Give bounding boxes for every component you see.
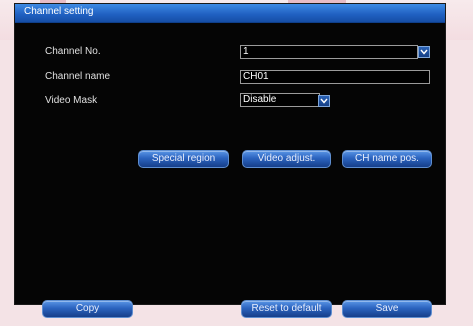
chevron-down-icon [320, 98, 328, 104]
channel-name-label: Channel name [45, 71, 111, 82]
channel-no-select[interactable]: 1 [240, 45, 418, 59]
channel-setting-dialog: Channel setting Channel No. 1 Channel na… [14, 3, 446, 318]
copy-button[interactable]: Copy [42, 300, 133, 318]
chevron-down-icon [420, 49, 428, 55]
reset-to-default-button[interactable]: Reset to default [241, 300, 332, 318]
video-adjust-button[interactable]: Video adjust. [242, 150, 331, 168]
ch-name-pos-button[interactable]: CH name pos. [342, 150, 432, 168]
save-button[interactable]: Save [342, 300, 432, 318]
video-mask-select[interactable]: Disable [240, 93, 320, 107]
video-mask-label: Video Mask [45, 95, 98, 106]
channel-no-label: Channel No. [45, 46, 101, 57]
title-bar: Channel setting [15, 4, 445, 23]
special-region-button[interactable]: Special region [138, 150, 229, 168]
video-mask-dropdown-button[interactable] [318, 95, 330, 107]
channel-name-input[interactable]: CH01 [240, 70, 430, 84]
dialog-title: Channel setting [24, 6, 94, 17]
channel-no-dropdown-button[interactable] [418, 46, 430, 58]
